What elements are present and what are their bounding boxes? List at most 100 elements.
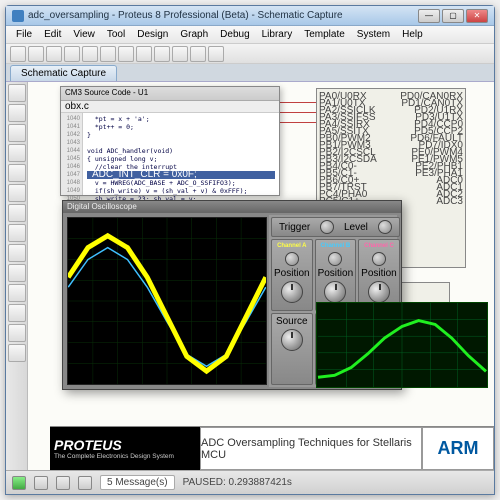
level-label: Level: [344, 222, 368, 233]
arm-logo: ARM: [422, 427, 494, 470]
redo-icon[interactable]: [100, 46, 116, 62]
save-icon[interactable]: [46, 46, 62, 62]
menu-library[interactable]: Library: [256, 27, 299, 42]
close-button[interactable]: ✕: [466, 9, 488, 23]
menu-edit[interactable]: Edit: [38, 27, 67, 42]
maximize-button[interactable]: ▢: [442, 9, 464, 23]
menu-template[interactable]: Template: [298, 27, 351, 42]
terminal-icon[interactable]: [8, 164, 26, 182]
code-tab[interactable]: obx.c: [65, 101, 89, 112]
tool-palette: [6, 82, 28, 470]
channel-b-label: Channel B: [320, 242, 352, 250]
timebase-knob[interactable]: [281, 329, 303, 351]
zoom-out-icon[interactable]: [190, 46, 206, 62]
proteus-logo: PROTEUS The Complete Electronics Design …: [50, 427, 200, 470]
menu-view[interactable]: View: [67, 27, 101, 42]
pause-icon[interactable]: [56, 476, 70, 490]
logo-subtitle: The Complete Electronics Design System: [54, 453, 196, 460]
status-bar: 5 Message(s) PAUSED: 0.293887421s: [6, 470, 494, 494]
tab-schematic[interactable]: Schematic Capture: [10, 65, 117, 81]
pointer-icon[interactable]: [8, 84, 26, 102]
position-label: Position: [318, 268, 354, 279]
source-panel-a: Source: [271, 313, 313, 385]
wire-icon[interactable]: [8, 124, 26, 142]
open-icon[interactable]: [28, 46, 44, 62]
probe-icon[interactable]: [8, 244, 26, 262]
play-icon[interactable]: [12, 476, 26, 490]
source-label: Source: [276, 316, 308, 327]
u1-right-pins: PD0/CAN0RXPD1/CAN0TXPD2/U1RXPD3/U1TXPD4/…: [400, 93, 463, 205]
trigger-label: Trigger: [279, 222, 310, 233]
menu-debug[interactable]: Debug: [214, 27, 255, 42]
simulation-graph[interactable]: [316, 302, 488, 388]
undo-icon[interactable]: [82, 46, 98, 62]
logo-name: PROTEUS: [54, 437, 196, 453]
paste-icon[interactable]: [154, 46, 170, 62]
schematic-canvas[interactable]: PA0/U0RXPA1/U0TXPA2/SSICLKPA3/SSIFSSPA4/…: [28, 82, 494, 470]
u1-left-pins: PA0/U0RXPA1/U0TXPA2/SSICLKPA3/SSIFSSPA4/…: [319, 93, 377, 205]
position-label: Position: [361, 268, 397, 279]
menu-system[interactable]: System: [351, 27, 396, 42]
menu-graph[interactable]: Graph: [174, 27, 214, 42]
trigger-panel: Trigger Level: [271, 217, 400, 237]
footer-banner: PROTEUS The Complete Electronics Design …: [50, 426, 494, 470]
text-icon[interactable]: [8, 284, 26, 302]
channel-a-label: Channel A: [276, 242, 307, 250]
trigger-level-knob[interactable]: [320, 220, 334, 234]
step-icon[interactable]: [34, 476, 48, 490]
net-wire: [276, 102, 316, 103]
new-icon[interactable]: [10, 46, 26, 62]
channel-a-position-knob[interactable]: [285, 252, 299, 266]
net-wire: [276, 122, 316, 123]
channel-b-panel: Channel B Position: [315, 239, 357, 311]
window-title: adc_oversampling - Proteus 8 Professiona…: [28, 10, 418, 21]
zoom-fit-icon[interactable]: [208, 46, 224, 62]
menu-file[interactable]: File: [10, 27, 38, 42]
line-gutter: 1040104110421043104410451046104710481049…: [61, 113, 83, 195]
menu-bar: File Edit View Tool Design Graph Debug L…: [6, 26, 494, 44]
minimize-button[interactable]: —: [418, 9, 440, 23]
trigger-source-knob[interactable]: [378, 220, 392, 234]
document-tabs: Schematic Capture: [6, 64, 494, 82]
menu-design[interactable]: Design: [131, 27, 174, 42]
code-body: *pt = x + 'a'; *pt++ = 0; } void ADC_han…: [83, 113, 279, 205]
generator-icon[interactable]: [8, 224, 26, 242]
channel-a-panel: Channel A Position: [271, 239, 313, 311]
instrument-icon[interactable]: [8, 264, 26, 282]
channel-c-position-knob[interactable]: [372, 252, 386, 266]
oscilloscope-display: [67, 217, 267, 385]
app-icon: [12, 10, 24, 22]
message-count[interactable]: 5 Message(s): [100, 475, 175, 490]
sim-state: PAUSED: 0.293887421s: [183, 477, 292, 488]
channel-c-gain-knob[interactable]: [368, 281, 390, 303]
channel-b-gain-knob[interactable]: [324, 281, 346, 303]
source-code-window[interactable]: CM3 Source Code - U1 obx.c 1040104110421…: [60, 86, 280, 196]
banner-headline: ADC Oversampling Techniques for Stellari…: [200, 427, 422, 470]
channel-c-label: Channel C: [363, 242, 395, 250]
zoom-in-icon[interactable]: [172, 46, 188, 62]
copy-icon[interactable]: [136, 46, 152, 62]
arc-icon[interactable]: [8, 344, 26, 362]
net-wire: [276, 112, 316, 113]
circle-icon[interactable]: [8, 324, 26, 342]
oscilloscope-title: Digital Oscilloscope: [63, 201, 401, 213]
cut-icon[interactable]: [118, 46, 134, 62]
channel-c-panel: Channel C Position: [358, 239, 400, 311]
component-icon[interactable]: [8, 104, 26, 122]
bus-icon[interactable]: [8, 144, 26, 162]
workspace: PA0/U0RXPA1/U0TXPA2/SSICLKPA3/SSIFSSPA4/…: [6, 82, 494, 470]
menu-tool[interactable]: Tool: [101, 27, 131, 42]
channel-b-position-knob[interactable]: [328, 252, 342, 266]
print-icon[interactable]: [64, 46, 80, 62]
rect-icon[interactable]: [8, 304, 26, 322]
code-window-title: CM3 Source Code - U1: [61, 87, 279, 101]
titlebar: adc_oversampling - Proteus 8 Professiona…: [6, 6, 494, 26]
graph-icon[interactable]: [8, 204, 26, 222]
channel-a-gain-knob[interactable]: [281, 281, 303, 303]
position-label: Position: [274, 268, 310, 279]
menu-help[interactable]: Help: [396, 27, 429, 42]
toolbar: [6, 44, 494, 64]
pin-icon[interactable]: [8, 184, 26, 202]
stop-icon[interactable]: [78, 476, 92, 490]
app-window: adc_oversampling - Proteus 8 Professiona…: [5, 5, 495, 495]
